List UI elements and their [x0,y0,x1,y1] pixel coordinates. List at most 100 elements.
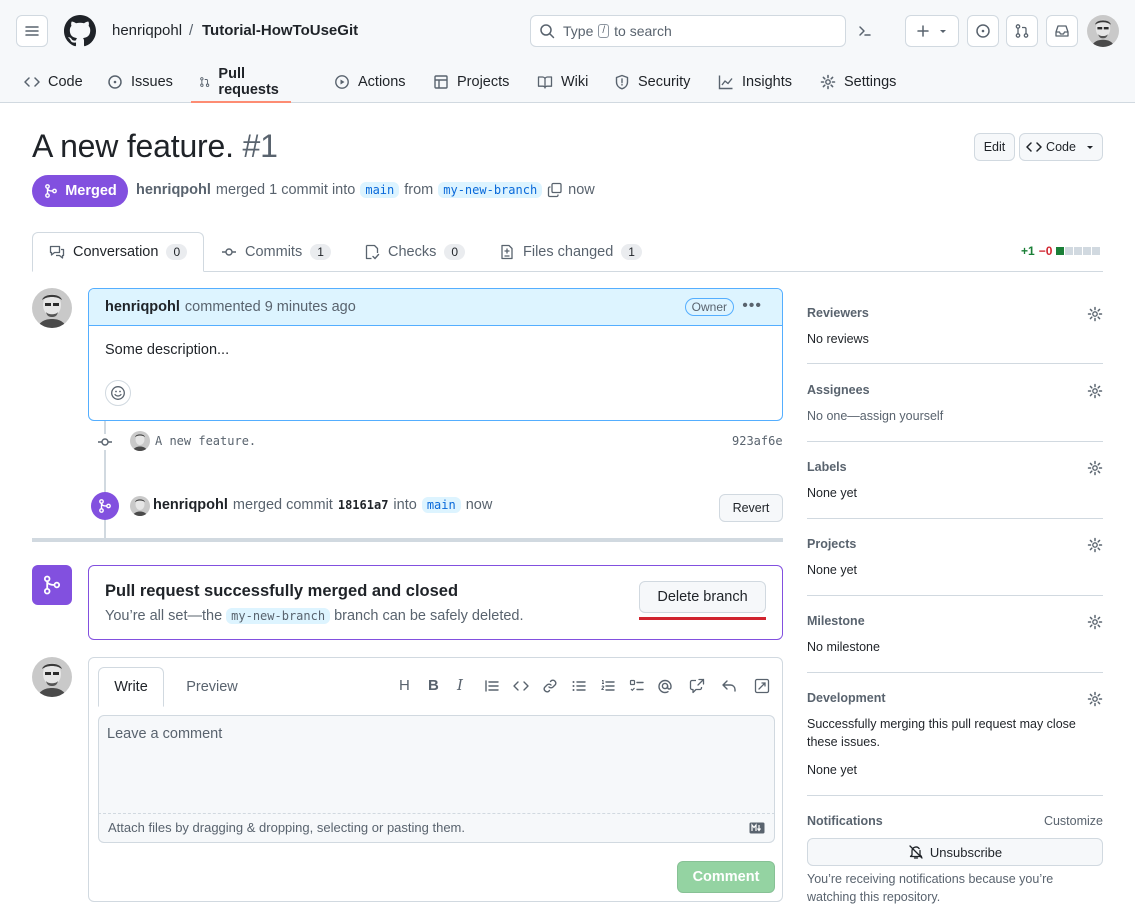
kebab-menu-icon[interactable]: ••• [742,297,762,315]
comment-discussion-icon [49,245,65,259]
fullscreen-icon[interactable] [754,678,770,694]
highlight-underline [639,617,766,620]
inbox-button[interactable] [1046,15,1078,47]
git-merge-icon [99,499,111,513]
comment-author-avatar[interactable] [32,288,72,328]
nav-insights[interactable]: Insights [718,62,792,102]
code-button-label: Code [1046,140,1076,154]
mention-icon[interactable] [657,678,673,694]
tab-files-changed[interactable]: Files changed 1 [499,232,642,272]
head-branch[interactable]: my-new-branch [438,182,543,198]
quote-icon[interactable] [484,678,500,694]
command-palette-button[interactable] [849,15,881,47]
projects-title[interactable]: Projects [807,537,856,551]
gear-icon[interactable] [1087,383,1103,399]
commit-message[interactable]: A new feature. [155,434,256,448]
reply-icon[interactable] [721,678,737,694]
pr-author-link[interactable]: henriqpohl [136,182,211,198]
notifications-line1: You’re receiving notifications because y… [807,872,1054,886]
sidebar-labels: Labels None yet [807,460,1103,500]
unordered-list-icon[interactable] [571,678,587,694]
diffstat-blocks [1056,247,1101,255]
merge-target-branch[interactable]: main [421,497,461,513]
github-logo-icon[interactable] [64,15,96,47]
tab-commits[interactable]: Commits 1 [221,232,331,272]
nav-pull-requests[interactable]: Pull requests [190,62,292,103]
nav-pull-requests-label: Pull requests [218,66,279,98]
gear-icon[interactable] [1087,691,1103,707]
sidebar-divider [807,595,1103,596]
pr-time: now [568,182,595,198]
heading-icon[interactable]: H [399,677,410,694]
gear-icon[interactable] [1087,306,1103,322]
assign-yourself-link[interactable]: No one—assign yourself [807,409,943,423]
avatar-icon [130,431,150,451]
commit-sha[interactable]: 923af6e [732,434,783,448]
attach-files-bar[interactable]: Attach files by dragging & dropping, sel… [98,814,775,843]
user-avatar[interactable] [1087,15,1119,47]
tab-write[interactable]: Write [98,667,164,707]
reviewers-title[interactable]: Reviewers [807,306,869,320]
gear-icon[interactable] [1087,614,1103,630]
search-shortcut-key: / [598,24,610,38]
revert-button[interactable]: Revert [719,494,783,522]
base-branch[interactable]: main [360,182,400,198]
nav-code[interactable]: Code [24,62,83,102]
italic-icon[interactable]: I [457,676,463,694]
pull-requests-button[interactable] [1006,15,1038,47]
tab-conversation[interactable]: Conversation 0 [32,232,204,272]
link-icon[interactable] [542,678,558,694]
merged-branch[interactable]: my-new-branch [226,608,331,624]
merge-text2: into [393,497,417,513]
milestone-title[interactable]: Milestone [807,614,865,628]
nav-security-label: Security [638,74,691,90]
markdown-icon[interactable] [749,822,765,834]
labels-title[interactable]: Labels [807,460,847,474]
table-icon [434,75,448,89]
nav-actions[interactable]: Actions [334,62,406,102]
merged-sub1: You’re all set—the [105,608,223,624]
add-reaction-button[interactable] [105,380,131,406]
sidebar-divider [807,672,1103,673]
nav-projects[interactable]: Projects [433,62,509,102]
tasklist-icon[interactable] [629,678,645,694]
delete-branch-button[interactable]: Delete branch [639,581,766,613]
create-new-button[interactable] [905,15,959,47]
comment-author[interactable]: henriqpohl [105,299,180,315]
tab-checks[interactable]: Checks 0 [364,232,466,272]
assignees-title[interactable]: Assignees [807,383,870,397]
nav-security[interactable]: Security [614,62,690,102]
code-icon[interactable] [513,678,529,694]
merge-commit-sha[interactable]: 18161a7 [338,498,389,512]
customize-link[interactable]: Customize [1044,814,1103,828]
code-dropdown-button[interactable]: Code [1019,133,1103,161]
nav-issues[interactable]: Issues [107,62,173,102]
development-title[interactable]: Development [807,691,886,705]
breadcrumb-repo[interactable]: Tutorial-HowToUseGit [202,22,358,39]
copy-icon[interactable] [547,182,563,198]
commit-author-avatar[interactable] [130,431,150,451]
comment-submit-button[interactable]: Comment [677,861,775,893]
sidebar-milestone: Milestone No milestone [807,614,1103,654]
nav-settings[interactable]: Settings [820,62,896,102]
comment-textarea[interactable]: Leave a comment [98,715,775,814]
cross-reference-icon[interactable] [689,678,705,694]
issues-button[interactable] [967,15,999,47]
ordered-list-icon[interactable] [600,678,616,694]
breadcrumb-owner[interactable]: henriqpohl [112,22,182,39]
gear-icon[interactable] [1087,460,1103,476]
current-user-avatar[interactable] [32,657,72,697]
search-prefix: Type [563,23,594,39]
avatar-icon [130,496,150,516]
merge-author-avatar[interactable] [130,496,150,516]
merge-author[interactable]: henriqpohl [153,497,228,513]
bold-icon[interactable]: B [428,677,439,694]
unsubscribe-button[interactable]: Unsubscribe [807,838,1103,866]
gear-icon[interactable] [1087,537,1103,553]
search-input[interactable]: Type / to search [530,15,846,47]
edit-button[interactable]: Edit [974,133,1015,161]
tab-preview[interactable]: Preview [171,667,253,707]
nav-insights-label: Insights [742,74,792,90]
nav-wiki[interactable]: Wiki [537,62,588,102]
menu-button[interactable] [16,15,48,47]
